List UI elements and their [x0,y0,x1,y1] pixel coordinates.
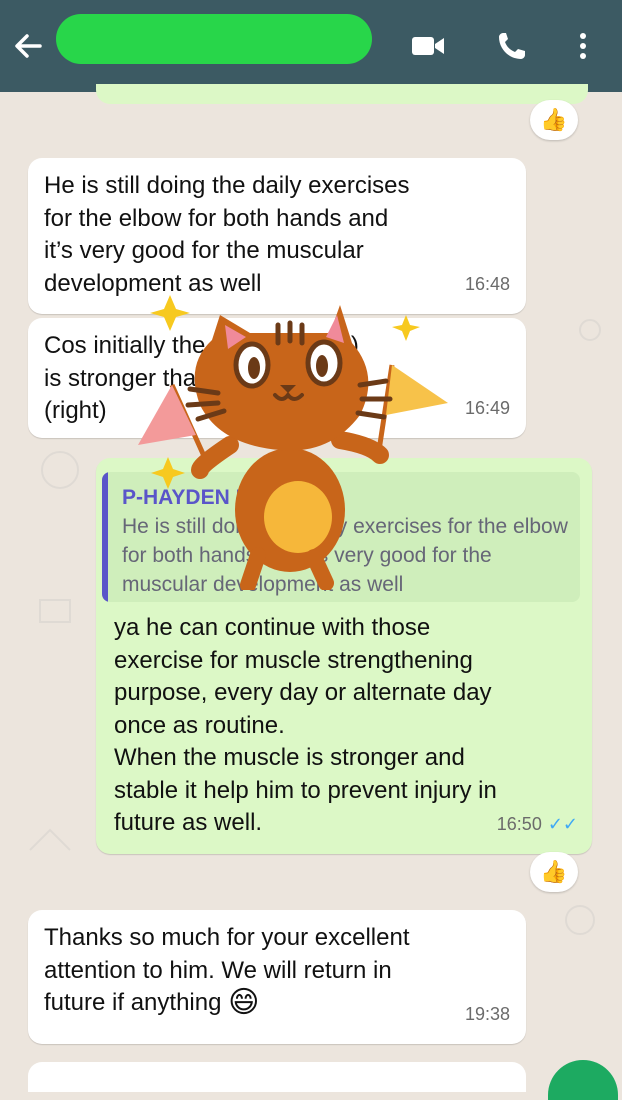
message-time: 19:38 [464,1003,510,1024]
video-call-icon[interactable] [410,30,446,62]
next-message-edge [28,1062,526,1092]
message-time: 16:49 [464,397,510,418]
reaction-thumbs-up[interactable]: 👍 [530,852,578,892]
back-arrow-icon[interactable] [10,28,46,64]
previous-message-edge [96,84,588,104]
reaction-thumbs-up[interactable]: 👍 [530,100,578,140]
message-text: ya he can continue with those exercise f… [114,614,497,836]
contact-name[interactable] [56,14,372,64]
quote-accent-bar [102,472,108,602]
more-vert-icon[interactable] [566,30,600,62]
message-time-status: 16:50 ✓✓ [497,808,578,841]
read-ticks-icon: ✓✓ [547,813,578,834]
thumbs-up-emoji: 👍 [540,107,568,132]
message-text-body: Thanks so much for your excellent attent… [44,924,410,1016]
chat-header [0,0,622,92]
thumbs-up-emoji: 👍 [540,859,568,884]
cat-with-flags-sticker [138,295,448,590]
phone-icon[interactable] [495,30,531,62]
message-time: 16:50 [496,813,542,834]
grinning-emoji: 😄 [228,986,260,1019]
message-time: 16:48 [464,273,510,294]
message-text: Thanks so much for your excellent attent… [44,922,510,1020]
message-bubble-incoming[interactable]: Thanks so much for your excellent attent… [28,910,526,1044]
message-text: He is still doing the daily exercises fo… [44,172,410,297]
